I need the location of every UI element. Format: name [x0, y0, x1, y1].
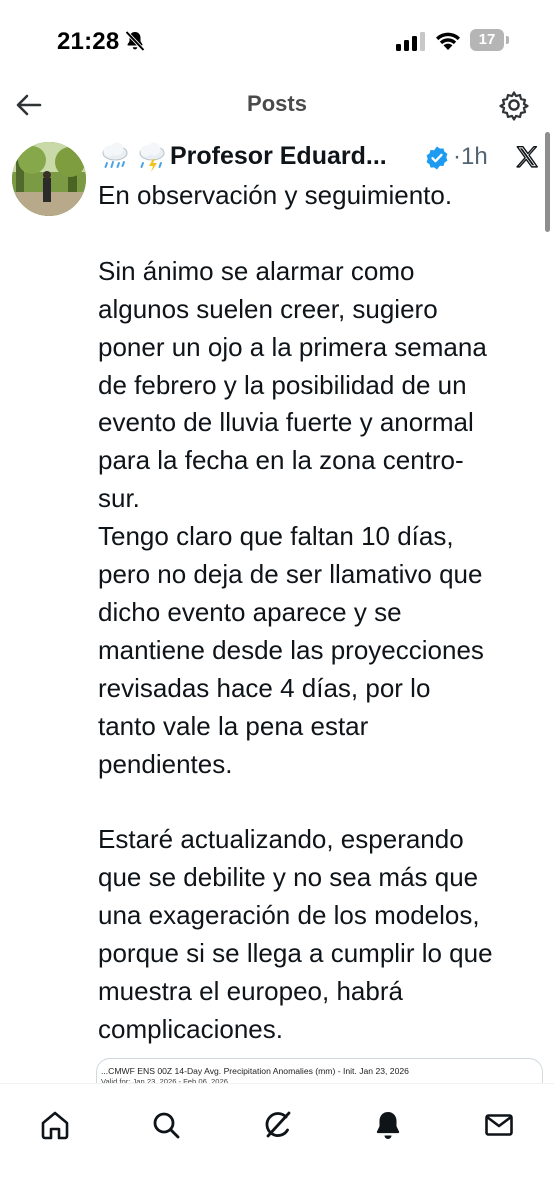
- post-text-line: tanto vale la pena estar: [98, 710, 369, 741]
- page-title: Posts: [247, 91, 307, 116]
- post-text-line: dicho evento aparece y se: [98, 596, 402, 627]
- post-text: En observación y seguimiento. Sin ánimo s…: [98, 177, 546, 1049]
- battery-indicator: 17: [470, 29, 510, 51]
- post-text-line: que se debilite y no sea más que: [98, 862, 479, 893]
- status-bar: 21:28 17: [0, 0, 554, 80]
- cloud-storm-emoji-icon: [139, 142, 165, 172]
- post-text-line: una exageración de los modelos,: [98, 900, 480, 931]
- nav-search[interactable]: [144, 1103, 188, 1147]
- media-chart-title: ...CMWF ENS 00Z 14-Day Avg. Precipitatio…: [101, 1066, 409, 1076]
- top-header: Posts: [0, 80, 554, 130]
- bell-icon: [376, 1112, 400, 1139]
- post-timestamp[interactable]: ·1h: [453, 143, 488, 171]
- mail-icon: [485, 1114, 513, 1136]
- post-text-line: Tengo claro que faltan 10 días,: [98, 521, 454, 552]
- status-time: 21:28: [57, 28, 120, 55]
- post-text-line: de febrero y la posibilidad de un: [98, 369, 467, 400]
- post-text-line: En observación y seguimiento.: [98, 180, 453, 210]
- post-text-line: complicaciones.: [98, 1013, 283, 1044]
- post-text-line: revisadas hace 4 días, por lo: [98, 672, 431, 703]
- post-text-line: mantiene desde las proyecciones: [98, 634, 484, 665]
- post-text-line: poner un ojo a la primera semana: [98, 331, 487, 362]
- gear-icon: [499, 91, 529, 121]
- cloud-rain-emoji-icon: [102, 142, 128, 168]
- post-text-line: para la fecha en la zona centro-: [98, 445, 464, 476]
- avatar-photo: [12, 142, 86, 216]
- post-text-line: pero no deja de ser llamativo que: [98, 559, 483, 590]
- bell-off-icon: [125, 30, 145, 52]
- verified-badge-icon: [426, 146, 448, 170]
- x-logo-icon[interactable]: [514, 144, 540, 170]
- post-text-line: sur.: [98, 483, 140, 514]
- grok-icon: [265, 1111, 291, 1138]
- nav-notifications[interactable]: [366, 1103, 410, 1147]
- search-icon: [153, 1112, 180, 1139]
- post-text-line: Sin ánimo se alarmar como: [98, 255, 415, 286]
- post-text-line: pendientes.: [98, 748, 233, 779]
- nav-home[interactable]: [33, 1103, 77, 1147]
- signal-icon: [396, 32, 425, 51]
- post-text-line: algunos suelen creer, sugiero: [98, 293, 438, 324]
- author-name[interactable]: Profesor Eduard...: [170, 142, 387, 171]
- settings-button[interactable]: [496, 87, 532, 123]
- post-text-line: Estaré actualizando, esperando: [98, 824, 464, 855]
- nav-grok[interactable]: [255, 1103, 299, 1147]
- author-avatar[interactable]: [12, 142, 86, 216]
- post-text-line: porque si se llega a cumplir lo que: [98, 938, 493, 969]
- wifi-icon: [436, 32, 460, 50]
- post-text-line: muestra el europeo, habrá: [98, 976, 403, 1006]
- battery-level: 17: [470, 29, 504, 51]
- post-header: Profesor Eduard... ·1h: [98, 139, 543, 175]
- post-text-line: evento de lluvia fuerte y anormal: [98, 407, 474, 438]
- bottom-nav: [0, 1083, 554, 1201]
- nav-messages[interactable]: [477, 1103, 521, 1147]
- home-icon: [41, 1111, 69, 1140]
